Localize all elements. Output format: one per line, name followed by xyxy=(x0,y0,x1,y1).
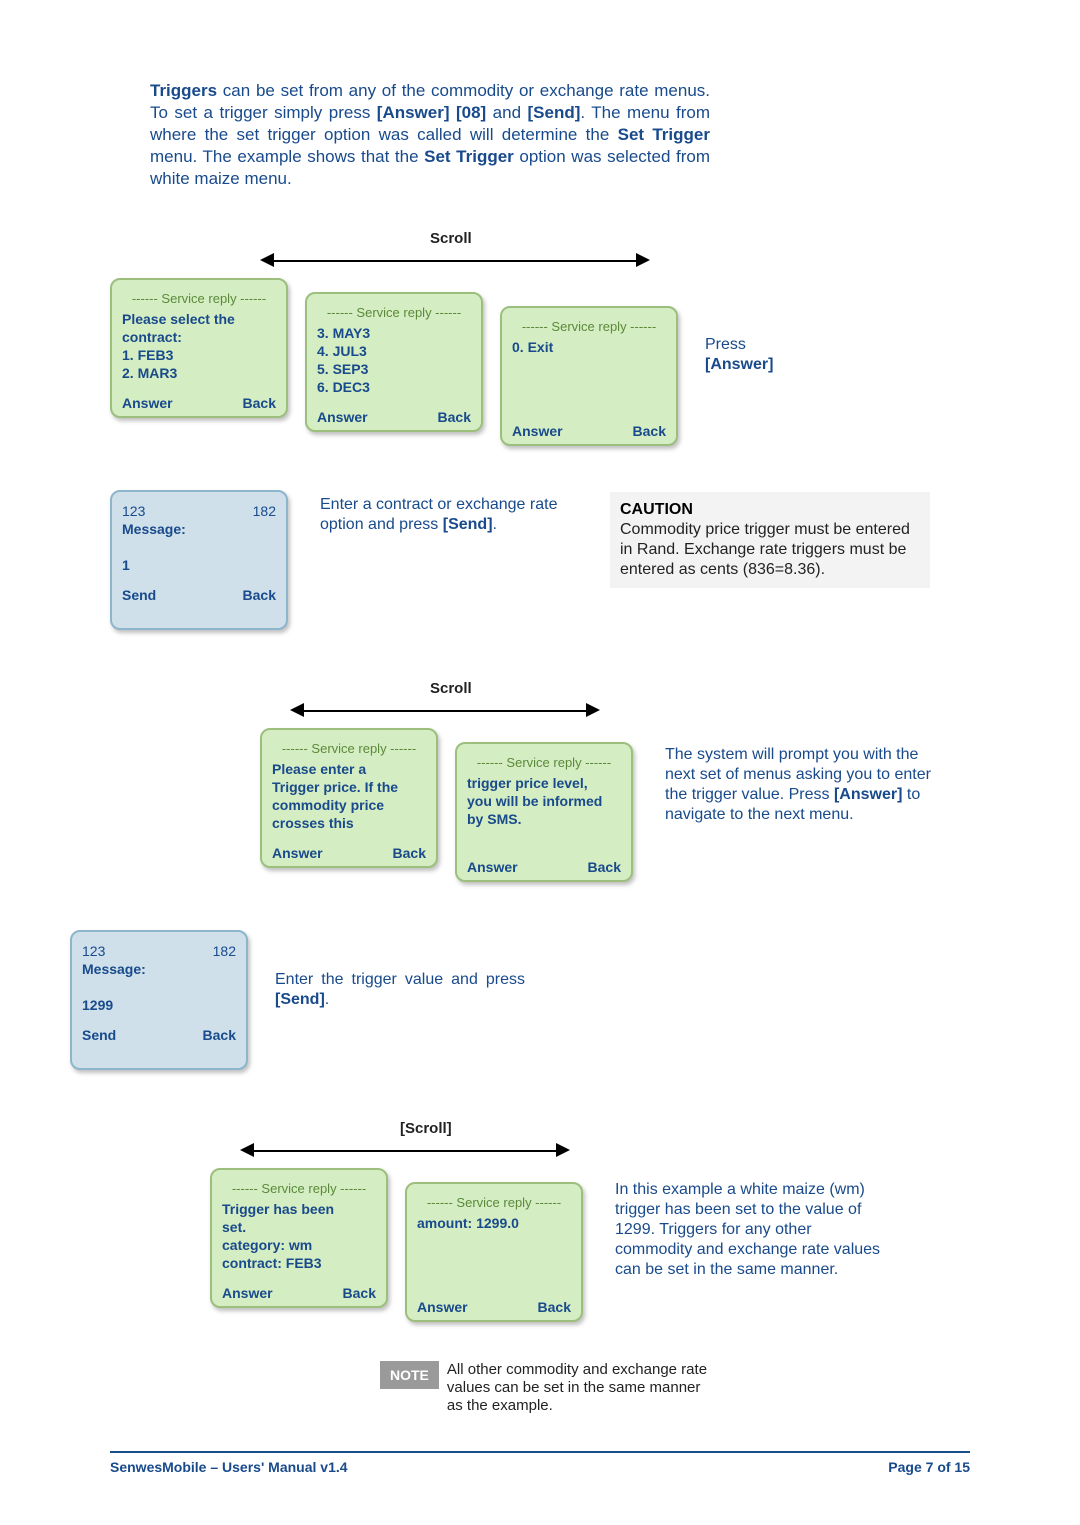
message-value: 1 xyxy=(122,557,130,573)
phone-box-contract-select: ------ Service reply ------ Please selec… xyxy=(110,278,288,418)
instruction-send: [Send] xyxy=(275,991,325,1008)
back-softkey[interactable]: Back xyxy=(438,408,471,426)
send-softkey[interactable]: Send xyxy=(82,1026,116,1044)
back-softkey[interactable]: Back xyxy=(538,1298,571,1316)
message-value: 1299 xyxy=(82,997,113,1013)
instruction-text: Enter the trigger value and press xyxy=(275,971,525,988)
answer-softkey[interactable]: Answer xyxy=(512,422,563,440)
scroll-label-1: Scroll xyxy=(430,230,472,247)
footer-left: SenwesMobile – Users' Manual v1.4 xyxy=(110,1459,348,1475)
caution-heading: CAUTION xyxy=(620,501,693,518)
answer-softkey[interactable]: Answer xyxy=(467,858,518,876)
line: you will be informed xyxy=(467,793,602,809)
phone-box-trigger-prompt-2: ------ Service reply ------ trigger pric… xyxy=(455,742,633,882)
intro-answer08: [Answer] [08] xyxy=(377,103,486,122)
service-reply-hdr: ------ Service reply ------ xyxy=(467,754,621,772)
line: Please select the xyxy=(122,311,235,327)
phone-box-trigger-prompt-1: ------ Service reply ------ Please enter… xyxy=(260,728,438,868)
service-reply-hdr: ------ Service reply ------ xyxy=(317,304,471,322)
back-softkey[interactable]: Back xyxy=(588,858,621,876)
line: Trigger price. If the xyxy=(272,779,398,795)
message-label: Message: xyxy=(82,961,146,977)
phone-box-trigger-set-1: ------ Service reply ------ Trigger has … xyxy=(210,1168,388,1308)
line: trigger price level, xyxy=(467,775,588,791)
answer-softkey[interactable]: Answer xyxy=(222,1284,273,1302)
scroll-arrow-3 xyxy=(240,1142,570,1160)
answer-softkey[interactable]: Answer xyxy=(417,1298,468,1316)
line: 1. FEB3 xyxy=(122,347,173,363)
line: contract: xyxy=(122,329,182,345)
note-text: All other commodity and exchange rate va… xyxy=(447,1361,717,1415)
line: 3. MAY3 xyxy=(317,325,370,341)
line: Trigger has been xyxy=(222,1201,334,1217)
answer-softkey[interactable]: Answer xyxy=(272,844,323,862)
intro-send: [Send] xyxy=(528,103,581,122)
indicator-182: 182 xyxy=(213,942,236,960)
scroll-label-3: [Scroll] xyxy=(400,1120,452,1137)
caution-box: CAUTION Commodity price trigger must be … xyxy=(610,492,930,588)
intro-triggers: Triggers xyxy=(150,81,217,100)
line: 6. DEC3 xyxy=(317,379,370,395)
line: 5. SEP3 xyxy=(317,361,368,377)
back-softkey[interactable]: Back xyxy=(393,844,426,862)
phone-box-trigger-set-2: ------ Service reply ------ amount: 1299… xyxy=(405,1182,583,1322)
back-softkey[interactable]: Back xyxy=(633,422,666,440)
line: commodity price xyxy=(272,797,384,813)
back-softkey[interactable]: Back xyxy=(243,394,276,412)
back-softkey[interactable]: Back xyxy=(203,1026,236,1044)
intro-settrigger: Set Trigger xyxy=(618,125,710,144)
intro-t3: menu. The example shows that the xyxy=(150,147,424,166)
line: amount: 1299.0 xyxy=(417,1215,519,1231)
page-footer: SenwesMobile – Users' Manual v1.4 Page 7… xyxy=(110,1451,970,1475)
phone-box-message-2: 123 182 Message: 1299 Send Back xyxy=(70,930,248,1070)
intro-and: and xyxy=(486,103,527,122)
line: 0. Exit xyxy=(512,339,553,355)
answer-softkey[interactable]: Answer xyxy=(122,394,173,412)
instruction-dot: . xyxy=(325,991,329,1008)
side-answer: [Answer] xyxy=(834,786,902,803)
line: by SMS. xyxy=(467,811,521,827)
service-reply-hdr: ------ Service reply ------ xyxy=(417,1194,571,1212)
press-text: Press xyxy=(705,336,746,353)
phone-box-exit: ------ Service reply ------ 0. Exit Answ… xyxy=(500,306,678,446)
line: 2. MAR3 xyxy=(122,365,177,381)
intro-paragraph: Triggers can be set from any of the comm… xyxy=(150,80,710,190)
indicator-182: 182 xyxy=(253,502,276,520)
caution-text: Commodity price trigger must be entered … xyxy=(620,521,910,578)
line: category: wm xyxy=(222,1237,312,1253)
indicator-123: 123 xyxy=(122,502,145,520)
phone-box-message-1: 123 182 Message: 1 Send Back xyxy=(110,490,288,630)
line: contract: FEB3 xyxy=(222,1255,322,1271)
side-text: In this example a white maize (wm) trigg… xyxy=(615,1181,880,1278)
service-reply-hdr: ------ Service reply ------ xyxy=(512,318,666,336)
line: Please enter a xyxy=(272,761,366,777)
send-softkey[interactable]: Send xyxy=(122,586,156,604)
note-label: NOTE xyxy=(380,1361,439,1389)
back-softkey[interactable]: Back xyxy=(343,1284,376,1302)
line: 4. JUL3 xyxy=(317,343,367,359)
message-label: Message: xyxy=(122,521,186,537)
indicator-123: 123 xyxy=(82,942,105,960)
line: set. xyxy=(222,1219,246,1235)
instruction-text: Enter a contract or exchange rate option… xyxy=(320,496,557,533)
scroll-label-2: Scroll xyxy=(430,680,472,697)
service-reply-hdr: ------ Service reply ------ xyxy=(222,1180,376,1198)
phone-box-contract-select-2: ------ Service reply ------ 3. MAY3 4. J… xyxy=(305,292,483,432)
line: crosses this xyxy=(272,815,354,831)
note-block: NOTE All other commodity and exchange ra… xyxy=(380,1361,717,1415)
instruction-dot: . xyxy=(493,516,497,533)
scroll-arrow-1 xyxy=(260,252,650,270)
instruction-send: [Send] xyxy=(443,516,493,533)
service-reply-hdr: ------ Service reply ------ xyxy=(122,290,276,308)
footer-right: Page 7 of 15 xyxy=(888,1459,970,1475)
back-softkey[interactable]: Back xyxy=(243,586,276,604)
scroll-arrow-2 xyxy=(290,702,600,720)
intro-settrigger2: Set Trigger xyxy=(424,147,514,166)
press-answer: [Answer] xyxy=(705,356,773,373)
service-reply-hdr: ------ Service reply ------ xyxy=(272,740,426,758)
answer-softkey[interactable]: Answer xyxy=(317,408,368,426)
